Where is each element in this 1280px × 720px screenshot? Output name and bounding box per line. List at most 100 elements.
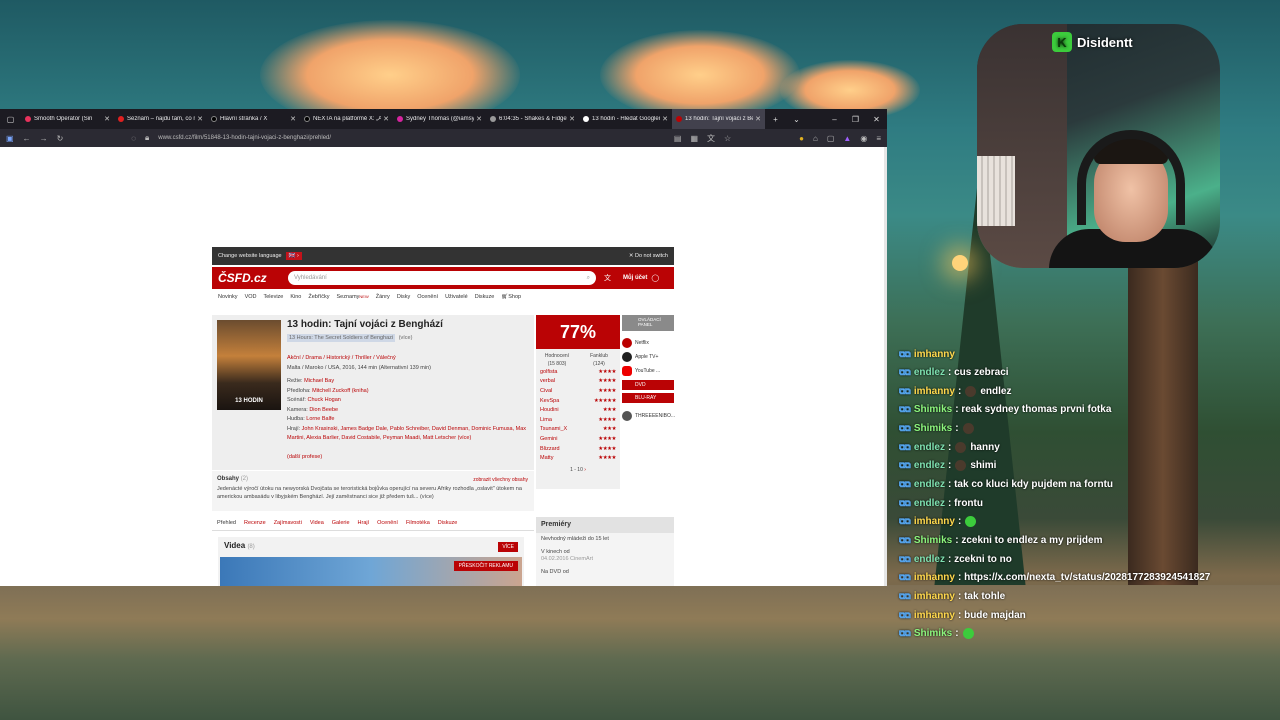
close-icon[interactable]: ✕: [755, 115, 761, 123]
url-bar[interactable]: www.csfd.cz/film/51848-13-hodin-tajni-vo…: [158, 135, 665, 141]
browser-tab[interactable]: Seznam – najdu tam, co ne ✕: [114, 109, 207, 129]
search-icon[interactable]: ⌕: [587, 275, 590, 282]
tab-galerie[interactable]: Galerie: [332, 520, 350, 526]
chat-username[interactable]: Shimiks: [914, 423, 952, 434]
rating-user[interactable]: KevSpa: [540, 398, 559, 404]
chat-username[interactable]: endlez: [914, 479, 945, 490]
all-synopses-link[interactable]: zobrazit všechny obsahy: [473, 477, 528, 483]
chat-username[interactable]: imhanny: [914, 349, 955, 360]
back-icon[interactable]: ←: [23, 134, 31, 143]
browser-tab[interactable]: 6:04:35 - Shakes & Fidget ✕: [486, 109, 579, 129]
minimize-icon[interactable]: –: [824, 115, 845, 124]
menu-icon[interactable]: ≡: [876, 134, 881, 143]
chat-username[interactable]: endlez: [914, 442, 945, 453]
tab-recenze[interactable]: Recenze: [244, 520, 266, 526]
translate-icon[interactable]: 文: [707, 133, 715, 144]
buy-bluray-button[interactable]: BLU-RAY: [622, 393, 674, 403]
extension-icon[interactable]: ▢: [827, 134, 835, 143]
forward-icon[interactable]: →: [40, 134, 48, 143]
screenshot-icon[interactable]: ▦: [690, 134, 698, 143]
tab-prehled[interactable]: Přehled: [217, 520, 236, 526]
shield-icon[interactable]: ◌: [131, 134, 136, 143]
chat-username[interactable]: Shimiks: [914, 535, 952, 546]
tab-hodnoceni[interactable]: Hodnocení (15 803): [536, 349, 578, 367]
tab-diskuze[interactable]: Diskuze: [438, 520, 458, 526]
tab-oceneni[interactable]: Ocenění: [377, 520, 398, 526]
crew-names[interactable]: Mitchell Zuckoff (kniha): [312, 388, 368, 394]
menu-item-uzivatele[interactable]: Uživatelé: [445, 294, 468, 300]
close-icon[interactable]: ✕: [662, 115, 668, 123]
crew-names[interactable]: Dion Beebe: [309, 407, 338, 413]
close-icon[interactable]: ✕: [383, 115, 389, 123]
bookmark-star-icon[interactable]: ☆: [724, 134, 731, 143]
rating-user[interactable]: Matty: [540, 455, 553, 461]
tab-hraji[interactable]: Hrají: [358, 520, 370, 526]
crew-names[interactable]: Michael Bay: [304, 378, 334, 384]
chat-username[interactable]: imhanny: [914, 572, 955, 583]
menu-item-oceneni[interactable]: Ocenění: [417, 294, 438, 300]
search-input[interactable]: Vyhledávání ⌕: [288, 271, 596, 285]
crew-names[interactable]: John Krasinski, James Badge Dale, Pablo …: [287, 426, 526, 442]
rating-user[interactable]: golfista: [540, 369, 557, 375]
menu-item-novinky[interactable]: Novinky: [218, 294, 238, 300]
reader-icon[interactable]: ▤: [674, 134, 682, 143]
extension-icon[interactable]: ▲: [843, 134, 851, 143]
rating-user[interactable]: Gemini: [540, 436, 557, 442]
rating-user[interactable]: Blizzard: [540, 446, 560, 452]
videos-more-button[interactable]: VÍCE: [498, 542, 518, 552]
chat-username[interactable]: Shimiks: [914, 404, 952, 415]
film-genres[interactable]: Akční / Drama / Historický / Thriller / …: [287, 355, 396, 361]
chat-username[interactable]: endlez: [914, 498, 945, 509]
rating-user[interactable]: Lima: [540, 417, 552, 423]
chat-username[interactable]: imhanny: [914, 610, 955, 621]
browser-tab[interactable]: 13 hodin - Hledat Googlem ✕: [579, 109, 672, 129]
rating-user[interactable]: verbal: [540, 378, 555, 384]
chevron-right-icon[interactable]: ›: [584, 467, 586, 473]
menu-item-kino[interactable]: Kino: [290, 294, 301, 300]
vod-youtube[interactable]: YouTube ...: [622, 364, 674, 377]
close-icon[interactable]: ✕: [290, 115, 296, 123]
sidebar-icon[interactable]: ▣: [6, 134, 14, 143]
vod-appletv[interactable]: Apple TV+: [622, 350, 674, 363]
page-scrollbar[interactable]: [884, 147, 887, 586]
chat-username[interactable]: endlez: [914, 367, 945, 378]
maximize-icon[interactable]: ❐: [845, 115, 866, 124]
chat-username[interactable]: Shimiks: [914, 628, 952, 639]
extension-icon[interactable]: ⌂: [813, 134, 818, 143]
chat-username[interactable]: imhanny: [914, 386, 955, 397]
close-icon[interactable]: ✕: [569, 115, 575, 123]
menu-item-zebricky[interactable]: Žebříčky: [308, 294, 329, 300]
extension-icon[interactable]: ●: [799, 134, 804, 143]
tab-list-icon[interactable]: ▢: [0, 115, 21, 124]
close-window-icon[interactable]: ✕: [866, 115, 887, 124]
account-link[interactable]: Můj účet: [623, 275, 647, 281]
rating-user[interactable]: Cival: [540, 388, 552, 394]
menu-item-vod[interactable]: VOD: [245, 294, 257, 300]
rating-user[interactable]: Tsunami_X: [540, 426, 567, 432]
user-icon[interactable]: ◯: [651, 274, 659, 282]
tab-filmoteka[interactable]: Filmotéka: [406, 520, 430, 526]
original-title-more[interactable]: (více): [397, 334, 415, 342]
chat-username[interactable]: endlez: [914, 554, 945, 565]
site-logo[interactable]: ČSFD.cz: [218, 271, 288, 285]
chat-username[interactable]: imhanny: [914, 516, 955, 527]
menu-item-shop[interactable]: 🛒︎Shop: [501, 294, 521, 300]
language-flag-button[interactable]: 🇬🇧 ›: [285, 252, 302, 260]
close-icon[interactable]: ✕: [476, 115, 482, 123]
menu-item-disky[interactable]: Disky: [397, 294, 410, 300]
control-panel-button[interactable]: OVLÁDACÍ PANEL: [622, 315, 674, 331]
browser-tab-active[interactable]: 13 hodin: Tajní vojáci z Ben ✕: [672, 109, 765, 129]
menu-item-televize[interactable]: Televize: [263, 294, 283, 300]
menu-item-zanry[interactable]: Žánry: [376, 294, 390, 300]
chevron-down-icon[interactable]: ⌄: [786, 115, 807, 124]
vod-netflix[interactable]: Netflix: [622, 336, 674, 349]
account-icon[interactable]: ◉: [860, 134, 867, 143]
menu-item-seznamy[interactable]: SeznamyNEW: [336, 294, 368, 300]
crew-names[interactable]: Lorne Balfe: [306, 416, 334, 422]
chat-username[interactable]: endlez: [914, 460, 945, 471]
vod-other[interactable]: THREEEENIBO...: [622, 409, 675, 422]
skip-ad-button[interactable]: PŘESKOČIT REKLAMU: [453, 561, 518, 571]
browser-tab[interactable]: Hlavní stránka / X ✕: [207, 109, 300, 129]
reload-icon[interactable]: ↻: [57, 134, 64, 143]
crew-names[interactable]: Chuck Hogan: [308, 397, 341, 403]
